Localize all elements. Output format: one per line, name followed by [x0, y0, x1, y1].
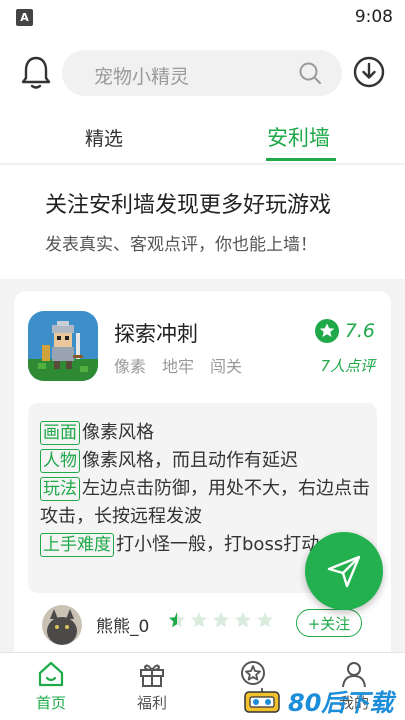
home-icon [38, 661, 64, 687]
download-icon[interactable] [353, 56, 385, 88]
review-item: 人物 像素风格，而且动作有延迟 [40, 447, 370, 475]
game-name[interactable]: 探索冲刺 [114, 318, 198, 348]
star-icon [257, 612, 273, 628]
send-review-button[interactable] [305, 532, 383, 610]
reviewer-avatar[interactable] [42, 605, 82, 645]
review-count[interactable]: 7人点评 [320, 355, 375, 376]
nav-label: 福利 [136, 694, 167, 712]
tab-featured[interactable]: 精选 [85, 124, 123, 151]
nav-welfare[interactable]: 福利 [112, 659, 192, 713]
status-time: 9:08 [354, 7, 393, 27]
star-icon [213, 612, 229, 628]
review-item: 玩法 左边点击防御，用处不大，右边点击攻击，长按远程发波 [40, 477, 370, 527]
banner-title: 关注安利墙发现更多好玩游戏 [45, 193, 332, 218]
review-tag: 玩法 [40, 477, 80, 501]
game-tag: 闯关 [210, 357, 243, 376]
nav-home[interactable]: 首页 [11, 659, 91, 713]
bell-icon[interactable] [20, 55, 52, 91]
nav-label: 首页 [35, 694, 66, 712]
send-icon [327, 555, 361, 588]
wall-banner: 关注安利墙发现更多好玩游戏 发表真实、客观点评，你也能上墙！ [0, 165, 405, 279]
game-tag: 像素 [114, 357, 147, 376]
game-rating: 7.6 [314, 319, 375, 343]
star-icon [191, 612, 207, 628]
star-icon [235, 612, 251, 628]
search-bar[interactable]: 宠物小精灵 [62, 50, 342, 96]
watermark-text: 80后下载 [288, 689, 394, 717]
banner-subtitle: 发表真实、客观点评，你也能上墙！ [45, 235, 317, 255]
tab-recommend-wall[interactable]: 安利墙 [267, 122, 330, 152]
reviewer-name[interactable]: 熊熊_0 [96, 612, 149, 637]
follow-button[interactable]: +关注 [296, 609, 362, 637]
review-text: 画面 像素风格 人物 像素风格，而且动作有延迟 玩法 左边点击防御，用处不大，右边点击… [40, 419, 370, 559]
search-input[interactable]: 宠物小精灵 [94, 62, 189, 89]
reviewer-star-rating [168, 611, 274, 629]
active-tab-indicator [266, 158, 336, 161]
rating-score: 7.6 [344, 320, 375, 342]
search-icon[interactable] [298, 61, 322, 85]
review-item: 画面 像素风格 [40, 419, 370, 447]
tab-bar: 精选 安利墙 [0, 114, 405, 164]
game-tag: 地牢 [162, 357, 195, 376]
review-tag: 画面 [40, 421, 80, 445]
header: 宠物小精灵 [0, 34, 405, 114]
robot-logo-icon [244, 687, 280, 713]
status-bar: A 9:08 [0, 0, 405, 34]
watermark: 80后下载 [242, 681, 405, 720]
gift-icon [140, 664, 164, 687]
review-card[interactable]: 探索冲刺 像素 地牢 闯关 7.6 7人点评 画面 像素风格 人物 像素风格，而且动… [14, 291, 391, 671]
review-tag: 人物 [40, 449, 80, 473]
star-badge-icon [314, 319, 339, 343]
game-tags: 像素 地牢 闯关 [114, 353, 242, 377]
game-icon[interactable] [28, 311, 98, 381]
status-app-icon: A [16, 8, 33, 26]
star-icon [169, 612, 185, 628]
review-tag: 上手难度 [40, 533, 114, 557]
